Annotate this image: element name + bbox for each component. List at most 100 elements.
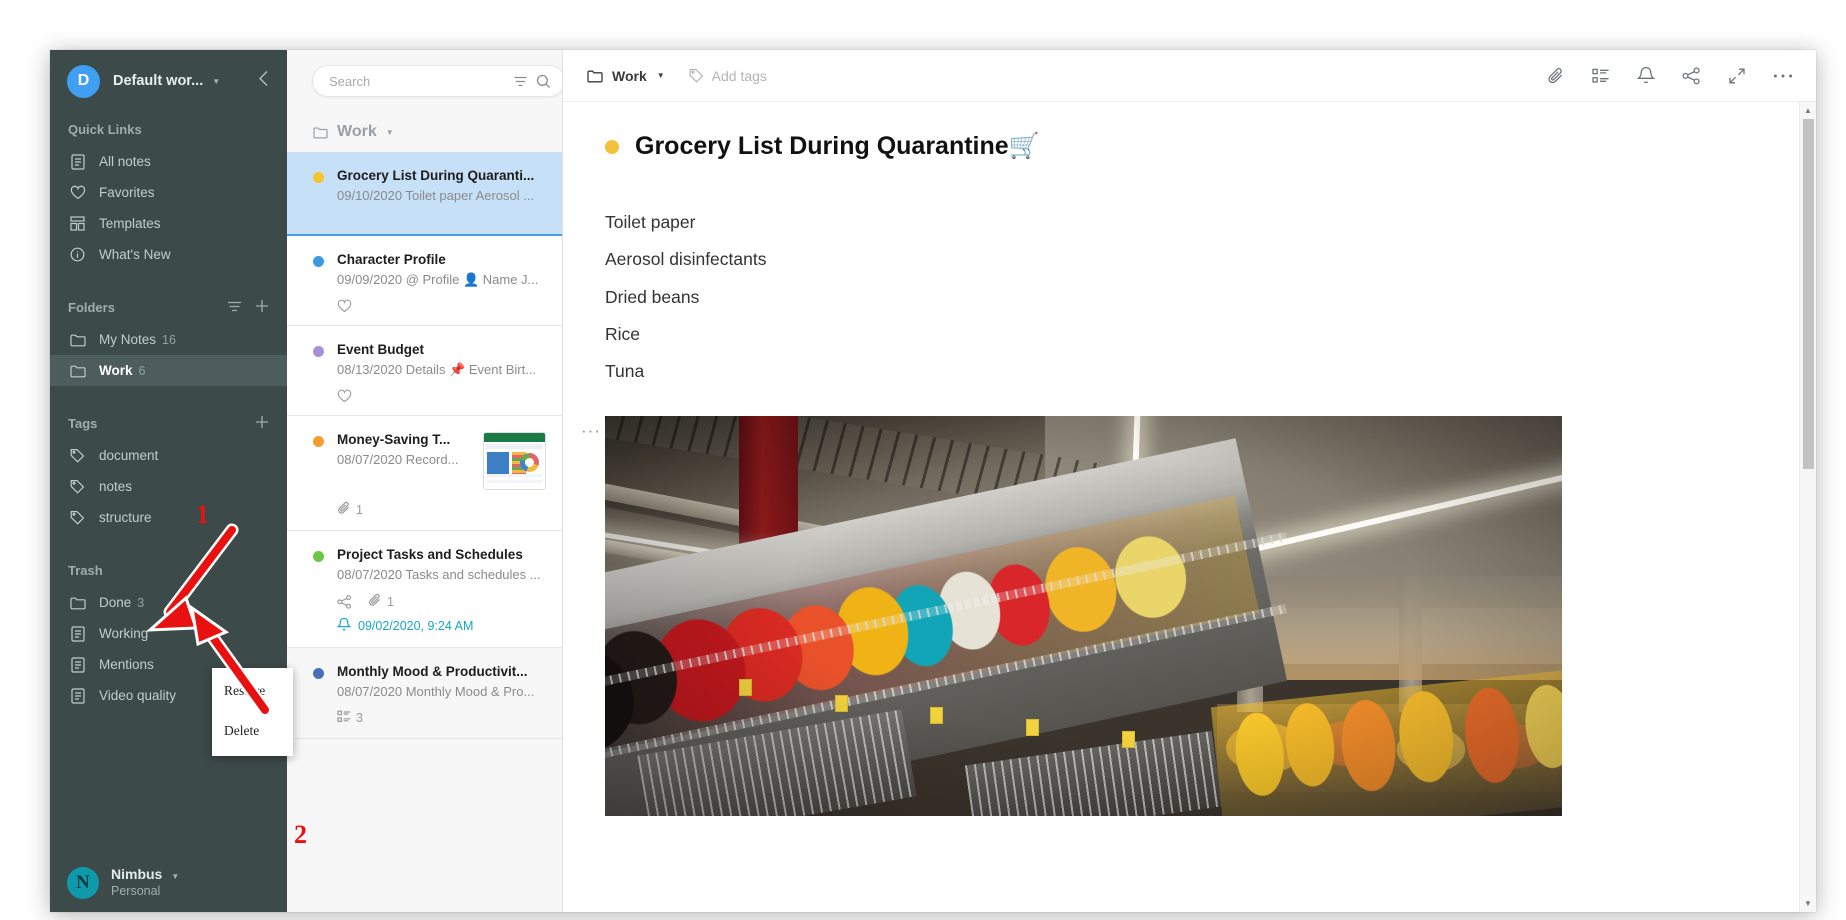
note-preview: 09/10/2020 Toilet paper Aerosol ... xyxy=(337,188,535,203)
editor-scrollbar[interactable]: ▲ ▼ xyxy=(1799,102,1816,912)
user-name: Nimbus xyxy=(111,865,163,882)
workspace-switcher[interactable]: D Default wor... ▼ xyxy=(50,50,287,112)
note-title: Character Profile xyxy=(337,252,446,267)
outline-icon[interactable] xyxy=(1592,68,1610,84)
sidebar-item-my-notes[interactable]: My Notes 16 xyxy=(50,324,287,355)
user-profile[interactable]: N Nimbus ▼ Personal xyxy=(50,854,287,912)
note-color-dot xyxy=(313,346,324,357)
sidebar-item-label: structure xyxy=(99,510,152,525)
note-color-dot xyxy=(313,551,324,562)
share-icon[interactable] xyxy=(1682,66,1701,85)
bell-icon[interactable] xyxy=(1637,66,1655,85)
note-list-toolbar: + xyxy=(287,50,562,112)
tag-icon xyxy=(68,448,87,464)
tags-label: Tags xyxy=(68,415,98,431)
editor-toolbar: Work ▼ Add tags xyxy=(563,50,1816,102)
document-line: Toilet paper xyxy=(605,212,696,232)
sort-icon[interactable] xyxy=(227,300,242,315)
quick-links-heading: Quick Links xyxy=(50,112,287,146)
editor-action-bar xyxy=(1547,66,1793,85)
share-icon[interactable] xyxy=(337,594,352,609)
sidebar-item-label: All notes xyxy=(99,154,151,169)
trash-count: 3 xyxy=(137,595,145,610)
sidebar-item-tag-structure[interactable]: structure xyxy=(50,502,287,533)
list-item[interactable]: Monthly Mood & Productivit... 08/07/2020… xyxy=(287,648,562,739)
sidebar-item-templates[interactable]: Templates xyxy=(50,208,287,239)
note-list-folder-header[interactable]: Work ▼ xyxy=(287,112,562,152)
heart-icon xyxy=(68,185,87,201)
chevron-down-icon[interactable]: ▼ xyxy=(657,71,665,80)
editor-folder-selector[interactable]: Work ▼ xyxy=(587,68,665,84)
sidebar-item-work[interactable]: Work 6 xyxy=(50,355,287,386)
attachment-icon xyxy=(337,501,351,518)
folder-icon xyxy=(313,126,328,139)
list-item[interactable]: Project Tasks and Schedules 08/07/2020 T… xyxy=(287,531,562,648)
list-item[interactable]: Money-Saving T... 08/07/2020 Record... 1 xyxy=(287,416,562,531)
note-preview: 08/07/2020 Record... xyxy=(337,452,459,467)
attachment-count: 1 xyxy=(337,501,363,518)
attachment-icon[interactable] xyxy=(1547,67,1565,85)
sidebar-item-all-notes[interactable]: All notes xyxy=(50,146,287,177)
tag-icon xyxy=(689,68,704,83)
page-title[interactable]: Grocery List During Quarantine🛒 xyxy=(563,132,1816,161)
scroll-up-icon[interactable]: ▲ xyxy=(1800,102,1817,119)
screenshot-root: D Default wor... ▼ Quick Links All notes xyxy=(0,0,1846,920)
context-menu-item-restore[interactable]: Restore xyxy=(212,671,293,711)
document-line: Rice xyxy=(605,323,641,344)
note-color-dot xyxy=(605,139,619,154)
chevron-down-icon[interactable]: ▼ xyxy=(171,872,179,881)
favorite-icon[interactable] xyxy=(337,299,352,313)
document-line: Aerosol disinfectants xyxy=(605,249,767,270)
document-line: Dried beans xyxy=(605,286,700,307)
sidebar-item-label: My Notes xyxy=(99,332,157,347)
favorite-icon[interactable] xyxy=(337,389,352,403)
sidebar-item-trash-working[interactable]: Working xyxy=(50,618,287,649)
editor-body[interactable]: Grocery List During Quarantine🛒 Toilet p… xyxy=(563,102,1816,912)
note-list-scroll[interactable]: Grocery List During Quaranti... 09/10/20… xyxy=(287,152,562,912)
sidebar-item-tag-notes[interactable]: notes xyxy=(50,471,287,502)
sidebar-item-label: Mentions xyxy=(99,657,154,672)
tag-icon xyxy=(68,510,87,526)
image-menu-icon[interactable]: ··· xyxy=(581,421,601,441)
search-icon[interactable] xyxy=(536,74,551,89)
sidebar-item-label: Favorites xyxy=(99,185,155,200)
note-thumbnail xyxy=(483,432,546,490)
attachment-icon xyxy=(368,593,382,610)
sidebar-item-favorites[interactable]: Favorites xyxy=(50,177,287,208)
scrollbar-thumb[interactable] xyxy=(1802,119,1814,469)
note-title: Monthly Mood & Productivit... xyxy=(337,664,528,679)
search-input[interactable] xyxy=(329,73,505,89)
sidebar-item-trash-done[interactable]: Done 3 xyxy=(50,587,287,618)
context-menu-item-delete[interactable]: Delete xyxy=(212,711,293,751)
more-icon[interactable] xyxy=(1773,73,1793,79)
list-item[interactable]: Event Budget 08/13/2020 Details 📌 Event … xyxy=(287,326,562,416)
sidebar-item-label: Video quality xyxy=(99,688,177,703)
workspace-name: Default wor... xyxy=(113,73,204,89)
note-title: Event Budget xyxy=(337,342,425,357)
filter-icon[interactable] xyxy=(513,75,528,88)
bell-icon xyxy=(336,617,352,635)
add-folder-icon[interactable] xyxy=(255,299,269,316)
note-list-folder-label: Work xyxy=(337,123,377,140)
scroll-down-icon[interactable]: ▼ xyxy=(1800,895,1817,912)
editor-folder-label: Work xyxy=(612,67,647,84)
sidebar-item-label: Done xyxy=(99,595,132,610)
add-tag-icon[interactable] xyxy=(255,415,269,432)
document-content[interactable]: Toilet paper Aerosol disinfectants Dried… xyxy=(563,161,1816,383)
trash-heading: Trash xyxy=(50,553,287,587)
list-item[interactable]: Grocery List During Quaranti... 09/10/20… xyxy=(287,152,562,236)
sidebar-item-whats-new[interactable]: What's New xyxy=(50,239,287,270)
document-title-text: Grocery List During Quarantine🛒 xyxy=(635,132,1040,160)
note-icon xyxy=(68,656,87,673)
sidebar-item-tag-document[interactable]: document xyxy=(50,440,287,471)
expand-icon[interactable] xyxy=(1728,67,1746,85)
document-line: Tuna xyxy=(605,361,645,381)
chevron-down-icon[interactable]: ▼ xyxy=(386,128,394,137)
quick-links-label: Quick Links xyxy=(68,121,142,137)
chevron-left-icon[interactable] xyxy=(254,66,273,96)
chevron-down-icon[interactable]: ▼ xyxy=(212,77,220,86)
add-tags-button[interactable]: Add tags xyxy=(689,68,767,84)
list-item[interactable]: Character Profile 09/09/2020 @ Profile 👤… xyxy=(287,236,562,326)
note-list-panel: + Work ▼ Grocery List During Quaranti... xyxy=(287,50,563,912)
search-box[interactable] xyxy=(312,65,562,97)
